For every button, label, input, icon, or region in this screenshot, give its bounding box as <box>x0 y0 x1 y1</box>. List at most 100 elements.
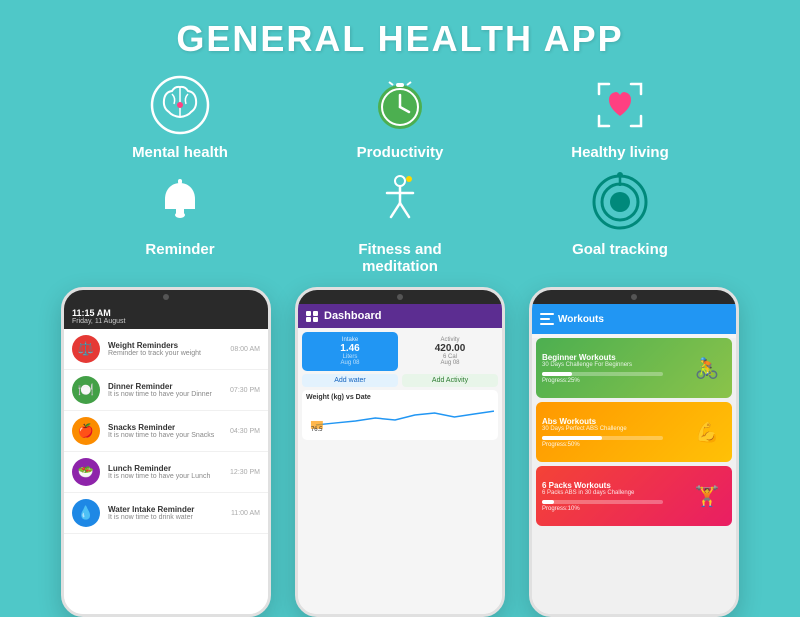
reminder-text-block: Snacks Reminder It is now time to have y… <box>108 423 222 439</box>
reminder-item: ⚖️ Weight Reminders Reminder to track yo… <box>64 329 268 370</box>
reminder-time: 04:30 PM <box>230 428 260 435</box>
reminder-time: 07:30 PM <box>230 387 260 394</box>
features-section: Mental health Productivity <box>0 70 800 281</box>
reminder-time: 08:00 AM <box>230 346 260 353</box>
target-icon <box>585 167 655 237</box>
workout-sub: 30 Days Challenge For Beginners <box>542 362 676 368</box>
phones-section: 11:15 AM Friday, 11 August ⚖️ Weight Rem… <box>0 281 800 617</box>
add-water-btn[interactable]: Add water <box>302 374 398 387</box>
phone3-screen: Workouts Beginner Workouts 30 Days Chall… <box>532 304 736 614</box>
workout-name: Abs Workouts <box>542 417 676 426</box>
workout-info: Beginner Workouts 30 Days Challenge For … <box>536 347 682 390</box>
reminder-text-block: Lunch Reminder It is now time to have yo… <box>108 464 222 480</box>
workout-item: 6 Packs Workouts 6 Packs ABS in 30 days … <box>536 466 732 526</box>
features-row-1: Mental health Productivity <box>100 70 700 161</box>
workout-name: Beginner Workouts <box>542 353 676 362</box>
feature-reminder-label: Reminder <box>145 241 214 258</box>
reminder-item: 💧 Water Intake Reminder It is now time t… <box>64 493 268 534</box>
heart-scan-icon <box>585 70 655 140</box>
phone2-body: Intake 1.46 Liters Aug 08 Activity 420.0… <box>298 328 502 444</box>
workout-progress-fill <box>542 500 554 504</box>
phone1-camera <box>163 294 169 300</box>
feature-mental-health-label: Mental health <box>132 144 228 161</box>
phone-workouts: Workouts Beginner Workouts 30 Days Chall… <box>529 287 739 617</box>
phone3-notch <box>532 290 736 304</box>
workout-info: Abs Workouts 30 Days Perfect ABS Challen… <box>536 411 682 454</box>
reminder-list: ⚖️ Weight Reminders Reminder to track yo… <box>64 329 268 614</box>
reminder-title: Weight Reminders <box>108 341 222 350</box>
svg-text:76.5: 76.5 <box>311 427 323 433</box>
reminder-avatar: ⚖️ <box>72 335 100 363</box>
feature-fitness-label: Fitness and meditation <box>320 241 480 275</box>
reminder-text-block: Water Intake Reminder It is now time to … <box>108 505 223 521</box>
activity-value: 420.00 <box>407 343 493 354</box>
reminder-avatar: 🥗 <box>72 458 100 486</box>
workout-emoji: 🚴 <box>682 338 732 398</box>
feature-reminder: Reminder <box>100 167 260 275</box>
reminder-title: Dinner Reminder <box>108 382 222 391</box>
weight-chart-title: Weight (kg) vs Date <box>306 394 494 401</box>
reminder-text-block: Dinner Reminder It is now time to have y… <box>108 382 222 398</box>
phone2-screen: Dashboard Intake 1.46 Liters Aug 08 Acti… <box>298 304 502 614</box>
phone2-camera <box>397 294 403 300</box>
page-title: GENERAL HEALTH APP <box>0 18 800 60</box>
phone2-header: Dashboard <box>298 304 502 328</box>
reminder-title: Water Intake Reminder <box>108 505 223 514</box>
workout-item: Abs Workouts 30 Days Perfect ABS Challen… <box>536 402 732 462</box>
reminder-subtitle: It is now time to drink water <box>108 514 223 521</box>
weight-chart-container: Weight (kg) vs Date 76.5 <box>302 390 498 440</box>
reminder-subtitle: It is now time to have your Snacks <box>108 432 222 439</box>
brain-icon <box>145 70 215 140</box>
phone3-title: Workouts <box>558 314 604 325</box>
phone1-time: 11:15 AM <box>72 308 260 318</box>
reminder-title: Lunch Reminder <box>108 464 222 473</box>
reminder-subtitle: Reminder to track your weight <box>108 350 222 357</box>
phone2-title: Dashboard <box>324 310 381 322</box>
feature-fitness: Fitness and meditation <box>320 167 480 275</box>
workout-emoji: 🏋️ <box>682 466 732 526</box>
workout-sub: 6 Packs ABS in 30 days Challenge <box>542 490 676 496</box>
feature-goal-tracking: Goal tracking <box>540 167 700 275</box>
workout-progress-fill <box>542 372 572 376</box>
phone2-notch <box>298 290 502 304</box>
phone3-header: Workouts <box>532 304 736 334</box>
reminder-item: 🍽️ Dinner Reminder It is now time to hav… <box>64 370 268 411</box>
workout-list: Beginner Workouts 30 Days Challenge For … <box>532 338 736 614</box>
workout-progress-bar <box>542 372 663 376</box>
feature-goal-tracking-label: Goal tracking <box>572 241 668 258</box>
feature-productivity-label: Productivity <box>357 144 444 161</box>
intake-date: Aug 08 <box>307 360 393 366</box>
workout-sub: 30 Days Perfect ABS Challenge <box>542 426 676 432</box>
reminder-text-block: Weight Reminders Reminder to track your … <box>108 341 222 357</box>
reminder-item: 🥗 Lunch Reminder It is now time to have … <box>64 452 268 493</box>
workout-progress-bar <box>542 500 663 504</box>
workout-progress-label: Progress:10% <box>542 506 676 512</box>
workout-item: Beginner Workouts 30 Days Challenge For … <box>536 338 732 398</box>
reminder-title: Snacks Reminder <box>108 423 222 432</box>
reminder-subtitle: It is now time to have your Lunch <box>108 473 222 480</box>
activity-date: Aug 08 <box>407 360 493 366</box>
figure-icon <box>365 167 435 237</box>
intake-value: 1.46 <box>307 343 393 354</box>
feature-healthy-living-label: Healthy living <box>571 144 669 161</box>
workout-progress-label: Progress:25% <box>542 378 676 384</box>
phone1-screen: 11:15 AM Friday, 11 August ⚖️ Weight Rem… <box>64 304 268 614</box>
workout-progress-bar <box>542 436 663 440</box>
feature-productivity: Productivity <box>320 70 480 161</box>
reminder-subtitle: It is now time to have your Dinner <box>108 391 222 398</box>
workout-info: 6 Packs Workouts 6 Packs ABS in 30 days … <box>536 475 682 518</box>
feature-mental-health: Mental health <box>100 70 260 161</box>
feature-healthy-living: Healthy living <box>540 70 700 161</box>
workout-progress-label: Progress:50% <box>542 442 676 448</box>
phone1-date: Friday, 11 August <box>72 318 260 325</box>
workout-progress-fill <box>542 436 602 440</box>
features-row-2: Reminder Fitness and meditation <box>100 167 700 275</box>
add-activity-btn[interactable]: Add Activity <box>402 374 498 387</box>
phone1-statusbar: 11:15 AM Friday, 11 August <box>64 304 268 329</box>
phone-reminders: 11:15 AM Friday, 11 August ⚖️ Weight Rem… <box>61 287 271 617</box>
clock-icon <box>365 70 435 140</box>
workout-name: 6 Packs Workouts <box>542 481 676 490</box>
reminder-avatar: 💧 <box>72 499 100 527</box>
phone-dashboard: Dashboard Intake 1.46 Liters Aug 08 Acti… <box>295 287 505 617</box>
reminder-item: 🍎 Snacks Reminder It is now time to have… <box>64 411 268 452</box>
